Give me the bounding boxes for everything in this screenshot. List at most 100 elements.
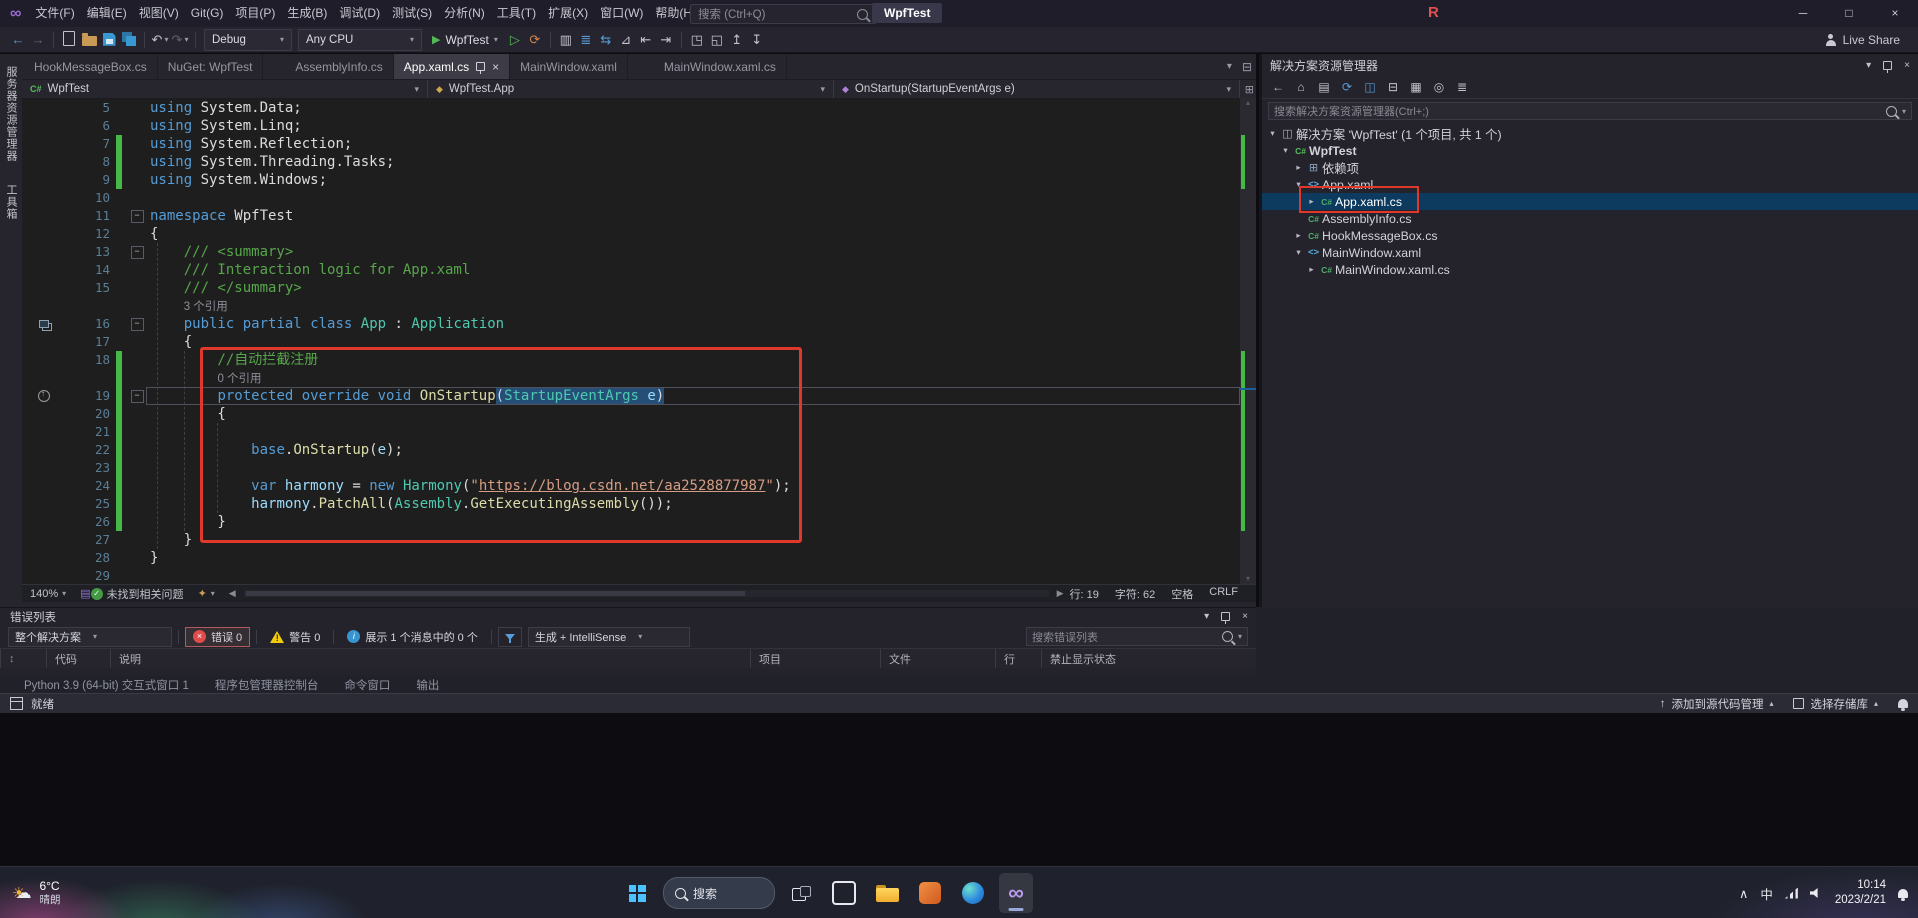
error-scope-dropdown[interactable]: 整个解决方案 ▾ (8, 626, 172, 647)
bookmark-next-icon[interactable]: ↧ (748, 29, 766, 51)
add-to-source-control-button[interactable]: ↑ 添加到源代码管理 ▴ (1660, 696, 1774, 712)
spaces-indicator[interactable]: 空格 (1171, 586, 1193, 602)
select-repository-button[interactable]: 选择存储库 ▴ (1793, 696, 1878, 712)
doc-tab-AssemblyInfo.cs[interactable]: AssemblyInfo.cs (285, 54, 394, 79)
notification-center-bell-icon[interactable] (1898, 888, 1908, 901)
collapse-all-icon[interactable]: ⊟ (1383, 80, 1403, 94)
fold-toggle-icon[interactable]: − (130, 389, 144, 403)
messages-filter-button[interactable]: i 展示 1 个消息中的 0 个 (340, 628, 484, 646)
editor-tool-5-icon[interactable]: ⇤ (637, 29, 655, 51)
chevron-down-icon[interactable]: ▾ (1204, 611, 1209, 622)
start-debugging-button[interactable]: ▶ WpfTest ▾ (425, 33, 505, 47)
menu-item-工具T[interactable]: 工具(T) (491, 0, 542, 27)
expander-icon[interactable]: ▸ (1292, 162, 1305, 173)
hscroll-left-icon[interactable]: ◀ (229, 588, 236, 599)
taskbar-search[interactable]: 搜索 (663, 877, 775, 909)
expander-icon[interactable]: ▾ (1266, 128, 1279, 139)
close-icon[interactable]: × (1242, 611, 1248, 622)
split-editor-icon[interactable]: ⊞ (1245, 80, 1254, 98)
solution-explorer-header[interactable]: 解决方案资源管理器 ▾ × (1262, 54, 1918, 76)
column-header-severity[interactable]: ↕ (0, 649, 46, 668)
chevron-down-icon[interactable]: ▾ (1866, 60, 1871, 71)
side-tab-工具箱[interactable]: 工具箱 (3, 184, 19, 220)
menu-item-窗口W[interactable]: 窗口(W) (594, 0, 649, 27)
error-source-dropdown[interactable]: 生成 + IntelliSense ▾ (527, 626, 690, 647)
doc-tab-HookMessageBox.cs[interactable]: HookMessageBox.cs (24, 54, 158, 79)
tab-options-icon[interactable]: ⊟ (1242, 60, 1252, 74)
menu-item-编辑E[interactable]: 编辑(E) (81, 0, 133, 27)
properties-icon[interactable]: ◎ (1429, 80, 1449, 94)
warnings-filter-button[interactable]: 警告 0 (263, 628, 327, 646)
solution-explorer-search-input[interactable]: 搜索解决方案资源管理器(Ctrl+;) ▾ (1268, 102, 1912, 120)
expander-icon[interactable]: ▸ (1305, 264, 1318, 275)
expander-icon[interactable]: ▾ (1279, 145, 1292, 156)
bottom-tab--[interactable]: 输出 (406, 677, 449, 693)
tree-item-MainWindow.xaml[interactable]: ▾ <> MainWindow.xaml (1262, 244, 1918, 261)
breadcrumb-type-dropdown[interactable]: ◆ WpfTest.App ▾ (428, 80, 834, 98)
filter-button[interactable] (497, 626, 522, 647)
task-view-button[interactable] (784, 873, 818, 913)
code-health-indicator[interactable]: ✓ 未找到相关问题 (90, 586, 184, 602)
tree-item--WpfTest-1-1-[interactable]: ▾ ◫ 解决方案 'WpfTest' (1 个项目, 共 1 个) (1262, 125, 1918, 142)
doc-tab-MainWindow.xaml.cs[interactable]: MainWindow.xaml.cs (654, 54, 787, 79)
open-file-icon[interactable] (80, 30, 98, 52)
live-share-button[interactable]: Live Share (1825, 27, 1900, 53)
close-icon[interactable]: × (1904, 60, 1910, 71)
tree-item-WpfTest[interactable]: ▾ C# WpfTest (1262, 142, 1918, 159)
bottom-tab--[interactable]: 程序包管理器控制台 (205, 677, 329, 693)
file-explorer-button[interactable] (870, 873, 904, 913)
bottom-tab--[interactable]: 命令窗口 (334, 677, 400, 693)
save-icon[interactable] (100, 28, 118, 50)
horizontal-scrollbar[interactable] (243, 590, 1049, 597)
tray-expand-icon[interactable]: ∧ (1739, 886, 1748, 901)
menu-item-GitG[interactable]: Git(G) (185, 0, 230, 27)
start-without-debugging-icon[interactable]: ▷ (506, 29, 524, 51)
hscroll-thumb[interactable] (245, 591, 745, 596)
back-icon[interactable]: ← (1268, 80, 1288, 94)
pin-icon[interactable] (1221, 612, 1231, 624)
switch-views-icon[interactable]: ▤ (1314, 80, 1334, 94)
menu-item-项目P[interactable]: 项目(P) (229, 0, 281, 27)
orange-app-button[interactable] (913, 873, 947, 913)
menu-item-视图V[interactable]: 视图(V) (133, 0, 185, 27)
tree-item-MainWindow.xaml.cs[interactable]: ▸ C# MainWindow.xaml.cs (1262, 261, 1918, 278)
side-tab-服务器资源管理器[interactable]: 服务器资源管理器 (3, 66, 19, 162)
preview-selected-icon[interactable]: ≣ (1452, 80, 1472, 94)
column-header-禁止显示状态[interactable]: 禁止显示状态 (1041, 649, 1256, 668)
new-file-icon[interactable] (60, 27, 78, 49)
menu-item-文件F[interactable]: 文件(F) (29, 0, 80, 27)
hscroll-right-icon[interactable]: ▶ (1057, 588, 1064, 599)
ime-indicator[interactable]: 中 (1760, 884, 1773, 903)
doc-tab-NuGet-WpfTest[interactable]: NuGet: WpfTest (158, 54, 264, 79)
zoom-dropdown[interactable]: 140% ▾ (30, 588, 66, 600)
column-header-说明[interactable]: 说明 (110, 649, 750, 668)
show-all-files-icon[interactable]: ▦ (1406, 80, 1426, 94)
scrollbar-up-icon[interactable]: ▴ (1240, 98, 1256, 107)
tab-overflow-icon[interactable]: ▾ (1227, 61, 1232, 72)
redo-icon[interactable]: ↷ ▾ (171, 29, 189, 51)
home-icon[interactable]: ⌂ (1291, 80, 1311, 94)
r-extension-icon[interactable]: R (1428, 4, 1439, 21)
bookmark-toggle-icon[interactable]: ◳ (688, 29, 706, 51)
column-header-文件[interactable]: 文件 (880, 649, 995, 668)
doc-tab-App.xaml.cs[interactable]: App.xaml.cs × (393, 54, 511, 79)
menu-item-生成B[interactable]: 生成(B) (281, 0, 333, 27)
menu-item-扩展X[interactable]: 扩展(X) (542, 0, 594, 27)
tree-item-HookMessageBox.cs[interactable]: ▸ C# HookMessageBox.cs (1262, 227, 1918, 244)
sync-active-document-icon[interactable]: ◫ (1360, 80, 1380, 94)
editor-tool-4-icon[interactable]: ⊿ (617, 29, 635, 51)
start-button[interactable] (620, 873, 654, 913)
minimize-button[interactable]: ─ (1780, 0, 1826, 27)
close-button[interactable]: × (1872, 0, 1918, 27)
app-window-button[interactable] (827, 873, 861, 913)
breadcrumb-member-dropdown[interactable]: ◆ OnStartup(StartupEventArgs e) ▾ (834, 80, 1240, 98)
pin-icon[interactable] (476, 62, 486, 74)
menu-item-分析N[interactable]: 分析(N) (438, 0, 491, 27)
visual-studio-button[interactable]: ∞ (999, 873, 1033, 913)
volume-icon[interactable] (1809, 888, 1818, 898)
solution-configuration-dropdown[interactable]: Debug ▾ (204, 28, 292, 51)
errors-filter-button[interactable]: × 错误 0 (185, 626, 251, 647)
save-all-icon[interactable] (120, 28, 138, 50)
navigate-back-icon[interactable]: ← (9, 29, 27, 51)
expander-icon[interactable]: ▸ (1292, 230, 1305, 241)
